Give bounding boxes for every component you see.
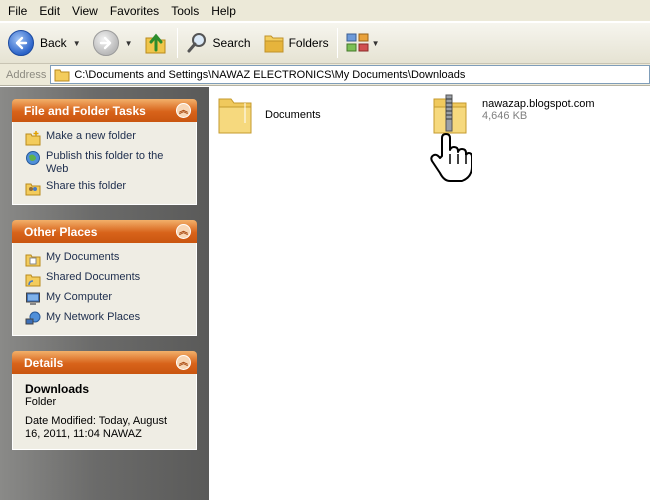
shared-documents-icon [25,271,41,287]
forward-dropdown-icon[interactable]: ▼ [125,39,133,48]
task-label: Make a new folder [46,130,136,142]
back-dropdown-icon[interactable]: ▼ [73,39,81,48]
task-label: Publish this folder to the Web [46,150,164,175]
task-label: Share this folder [46,180,127,192]
views-icon [346,33,369,52]
place-label: My Network Places [46,311,141,323]
toolbar-separator [336,28,338,58]
place-shared-documents[interactable]: Shared Documents [25,271,188,287]
place-my-computer[interactable]: My Computer [25,291,188,307]
task-publish-web[interactable]: Publish this folder to the Web [25,150,188,176]
folders-button[interactable]: Folders [260,26,332,60]
toolbar-separator [176,28,178,58]
collapse-chevron-icon[interactable]: ︽ [176,355,191,370]
share-folder-icon [25,180,41,196]
place-network-places[interactable]: My Network Places [25,311,188,327]
up-folder-icon [145,33,166,54]
views-dropdown-icon[interactable]: ▼ [372,39,380,48]
details-name: Downloads [25,382,90,396]
folder-icon [54,69,70,81]
file-name: nawazap.blogspot.com [482,98,595,110]
address-path: C:\Documents and Settings\NAWAZ ELECTRON… [74,68,466,81]
place-my-documents[interactable]: My Documents [25,251,188,267]
file-item-documents[interactable]: Documents [215,91,321,137]
panel-title: Other Places [24,224,98,239]
folders-icon [264,35,284,53]
menu-view[interactable]: View [66,1,104,21]
menu-help[interactable]: Help [205,1,242,21]
search-icon [187,33,206,53]
panel-title: Details [24,355,64,370]
views-button[interactable]: ▼ [343,26,383,60]
panel-title: File and Folder Tasks [24,103,146,118]
my-computer-icon [25,291,41,307]
menu-favorites[interactable]: Favorites [104,1,165,21]
forward-arrow-icon [92,30,119,56]
other-places-panel: Other Places ︽ My Documents Shared Docum… [12,220,197,336]
menu-tools[interactable]: Tools [165,1,205,21]
collapse-chevron-icon[interactable]: ︽ [176,224,191,239]
file-size: 4,646 KB [482,110,528,122]
details-modified-line1: Date Modified: Today, August [25,415,168,427]
folder-icon [218,98,252,134]
menu-file[interactable]: File [2,1,33,21]
menu-bar: File Edit View Favorites Tools Help [0,0,650,22]
back-button[interactable]: Back ▼ [5,26,84,60]
search-button[interactable]: Search [183,26,254,60]
network-places-icon [25,311,41,327]
file-name: Documents [265,109,321,121]
details-panel: Details ︽ Downloads Folder Date Modified… [12,351,197,450]
place-label: My Documents [46,251,120,263]
menu-edit[interactable]: Edit [33,1,66,21]
panel-header[interactable]: Details ︽ [12,351,197,374]
folders-label: Folders [288,36,329,50]
place-label: My Computer [46,291,113,303]
details-modified-line2: 16, 2011, 11:04 NAWAZ [25,428,142,440]
back-arrow-icon [8,30,34,56]
address-bar: Address C:\Documents and Settings\NAWAZ … [0,64,650,86]
collapse-chevron-icon[interactable]: ︽ [176,103,191,118]
address-field[interactable]: C:\Documents and Settings\NAWAZ ELECTRON… [50,65,650,84]
task-make-new-folder[interactable]: Make a new folder [25,130,188,146]
new-folder-icon [25,130,41,146]
my-documents-icon [25,251,41,267]
place-label: Shared Documents [46,271,141,283]
search-label: Search [212,36,251,50]
task-pane: File and Folder Tasks ︽ Make a new folde… [0,87,209,500]
hand-cursor-icon [430,133,472,182]
panel-header[interactable]: File and Folder Tasks ︽ [12,99,197,122]
address-label: Address [6,68,47,81]
panel-header[interactable]: Other Places ︽ [12,220,197,243]
task-share-folder[interactable]: Share this folder [25,180,188,196]
zip-folder-icon [433,94,467,134]
back-label: Back [40,36,67,50]
toolbar: Back ▼ ▼ Search Folders ▼ [0,22,650,64]
file-folder-tasks-panel: File and Folder Tasks ︽ Make a new folde… [12,99,197,205]
up-folder-button[interactable] [140,26,172,60]
publish-web-icon [25,150,41,166]
file-item-zip[interactable]: nawazap.blogspot.com 4,646 KB [430,91,595,137]
forward-button[interactable]: ▼ [90,26,136,60]
details-type: Folder [25,396,57,408]
